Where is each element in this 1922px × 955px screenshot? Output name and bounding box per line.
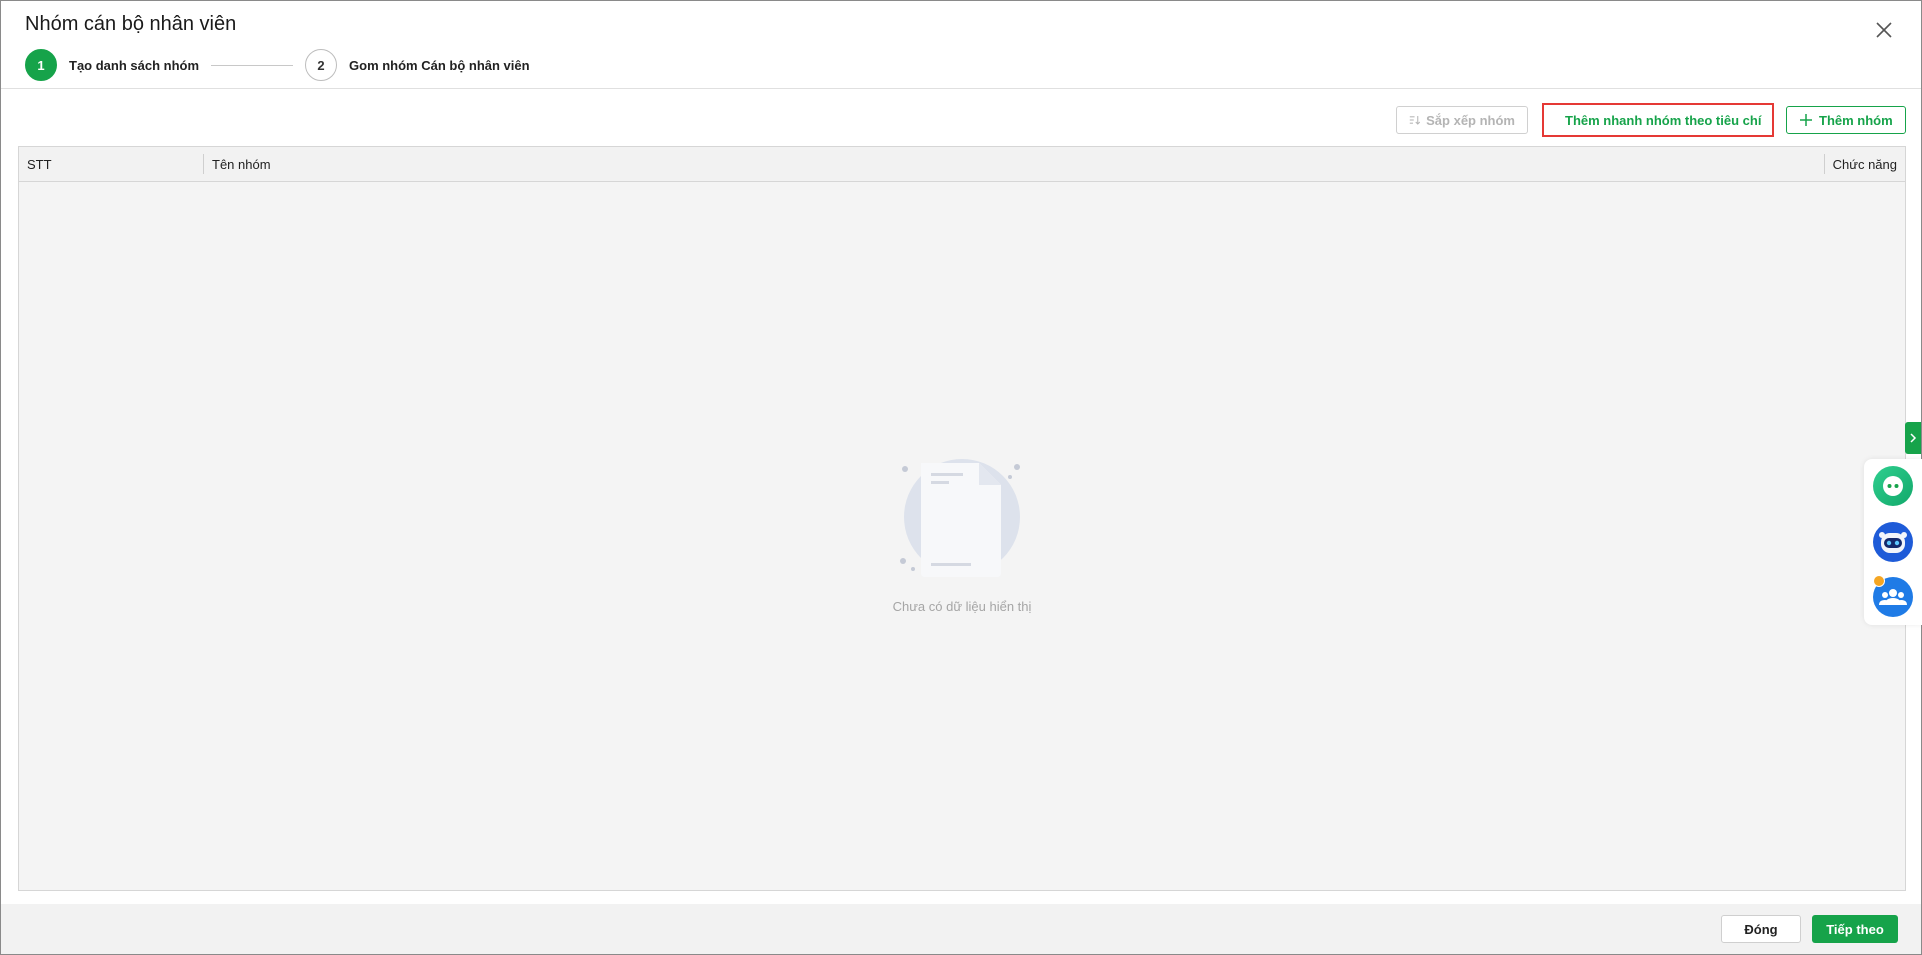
sort-groups-label: Sắp xếp nhóm	[1426, 112, 1515, 128]
column-header-stt[interactable]: STT	[27, 147, 52, 182]
groups-table: STT Tên nhóm Chức năng Chưa có dữ liệu h…	[18, 146, 1906, 891]
chat-bot-button[interactable]	[1873, 466, 1913, 506]
quick-add-group-label: Thêm nhanh nhóm theo tiêu chí	[1565, 112, 1762, 128]
robot-assistant-icon	[1873, 522, 1913, 562]
add-group-label: Thêm nhóm	[1819, 112, 1893, 128]
table-header: STT Tên nhóm Chức năng	[19, 147, 1905, 182]
sort-groups-button[interactable]: Sắp xếp nhóm	[1396, 106, 1528, 134]
table-body: Chưa có dữ liệu hiển thị	[19, 182, 1905, 890]
dialog-title: Nhóm cán bộ nhân viên	[25, 13, 237, 35]
toolbar: Sắp xếp nhóm Thêm nhanh nhóm theo tiêu c…	[1396, 103, 1906, 137]
sort-icon	[1409, 116, 1421, 125]
dialog-footer: Đóng Tiếp theo	[1, 904, 1921, 954]
empty-state-text: Chưa có dữ liệu hiển thị	[892, 599, 1032, 614]
dialog-header: Nhóm cán bộ nhân viên 1 Tạo danh sách nh…	[1, 1, 1921, 89]
step-2-label[interactable]: Gom nhóm Cán bộ nhân viên	[349, 58, 530, 73]
robot-assistant-button[interactable]	[1873, 522, 1913, 562]
stepper: 1 Tạo danh sách nhóm 2 Gom nhóm Cán bộ n…	[25, 48, 530, 82]
close-dialog-button[interactable]: Đóng	[1721, 915, 1801, 943]
step-1-number[interactable]: 1	[25, 49, 57, 81]
step-1-label[interactable]: Tạo danh sách nhóm	[69, 58, 199, 73]
add-group-button[interactable]: Thêm nhóm	[1786, 106, 1906, 134]
plus-icon	[1800, 114, 1812, 126]
column-header-functions[interactable]: Chức năng	[1823, 154, 1897, 174]
chat-bot-icon	[1873, 466, 1913, 506]
column-header-group-name[interactable]: Tên nhóm	[203, 154, 271, 174]
empty-state: Chưa có dữ liệu hiển thị	[842, 459, 1082, 614]
chevron-right-icon	[1910, 433, 1917, 443]
side-panel-toggle[interactable]	[1905, 422, 1921, 454]
empty-document-icon	[900, 459, 1020, 577]
next-button[interactable]: Tiếp theo	[1812, 915, 1898, 943]
close-button[interactable]	[1871, 17, 1897, 43]
step-connector	[211, 64, 294, 66]
step-2-number[interactable]: 2	[305, 49, 338, 81]
group-dialog: Nhóm cán bộ nhân viên 1 Tạo danh sách nh…	[0, 0, 1922, 955]
close-icon	[1876, 22, 1892, 38]
quick-add-group-button[interactable]: Thêm nhanh nhóm theo tiêu chí	[1546, 107, 1770, 133]
assistant-panel	[1864, 459, 1922, 625]
highlight-frame: Thêm nhanh nhóm theo tiêu chí	[1542, 103, 1774, 137]
notification-dot	[1873, 575, 1885, 587]
